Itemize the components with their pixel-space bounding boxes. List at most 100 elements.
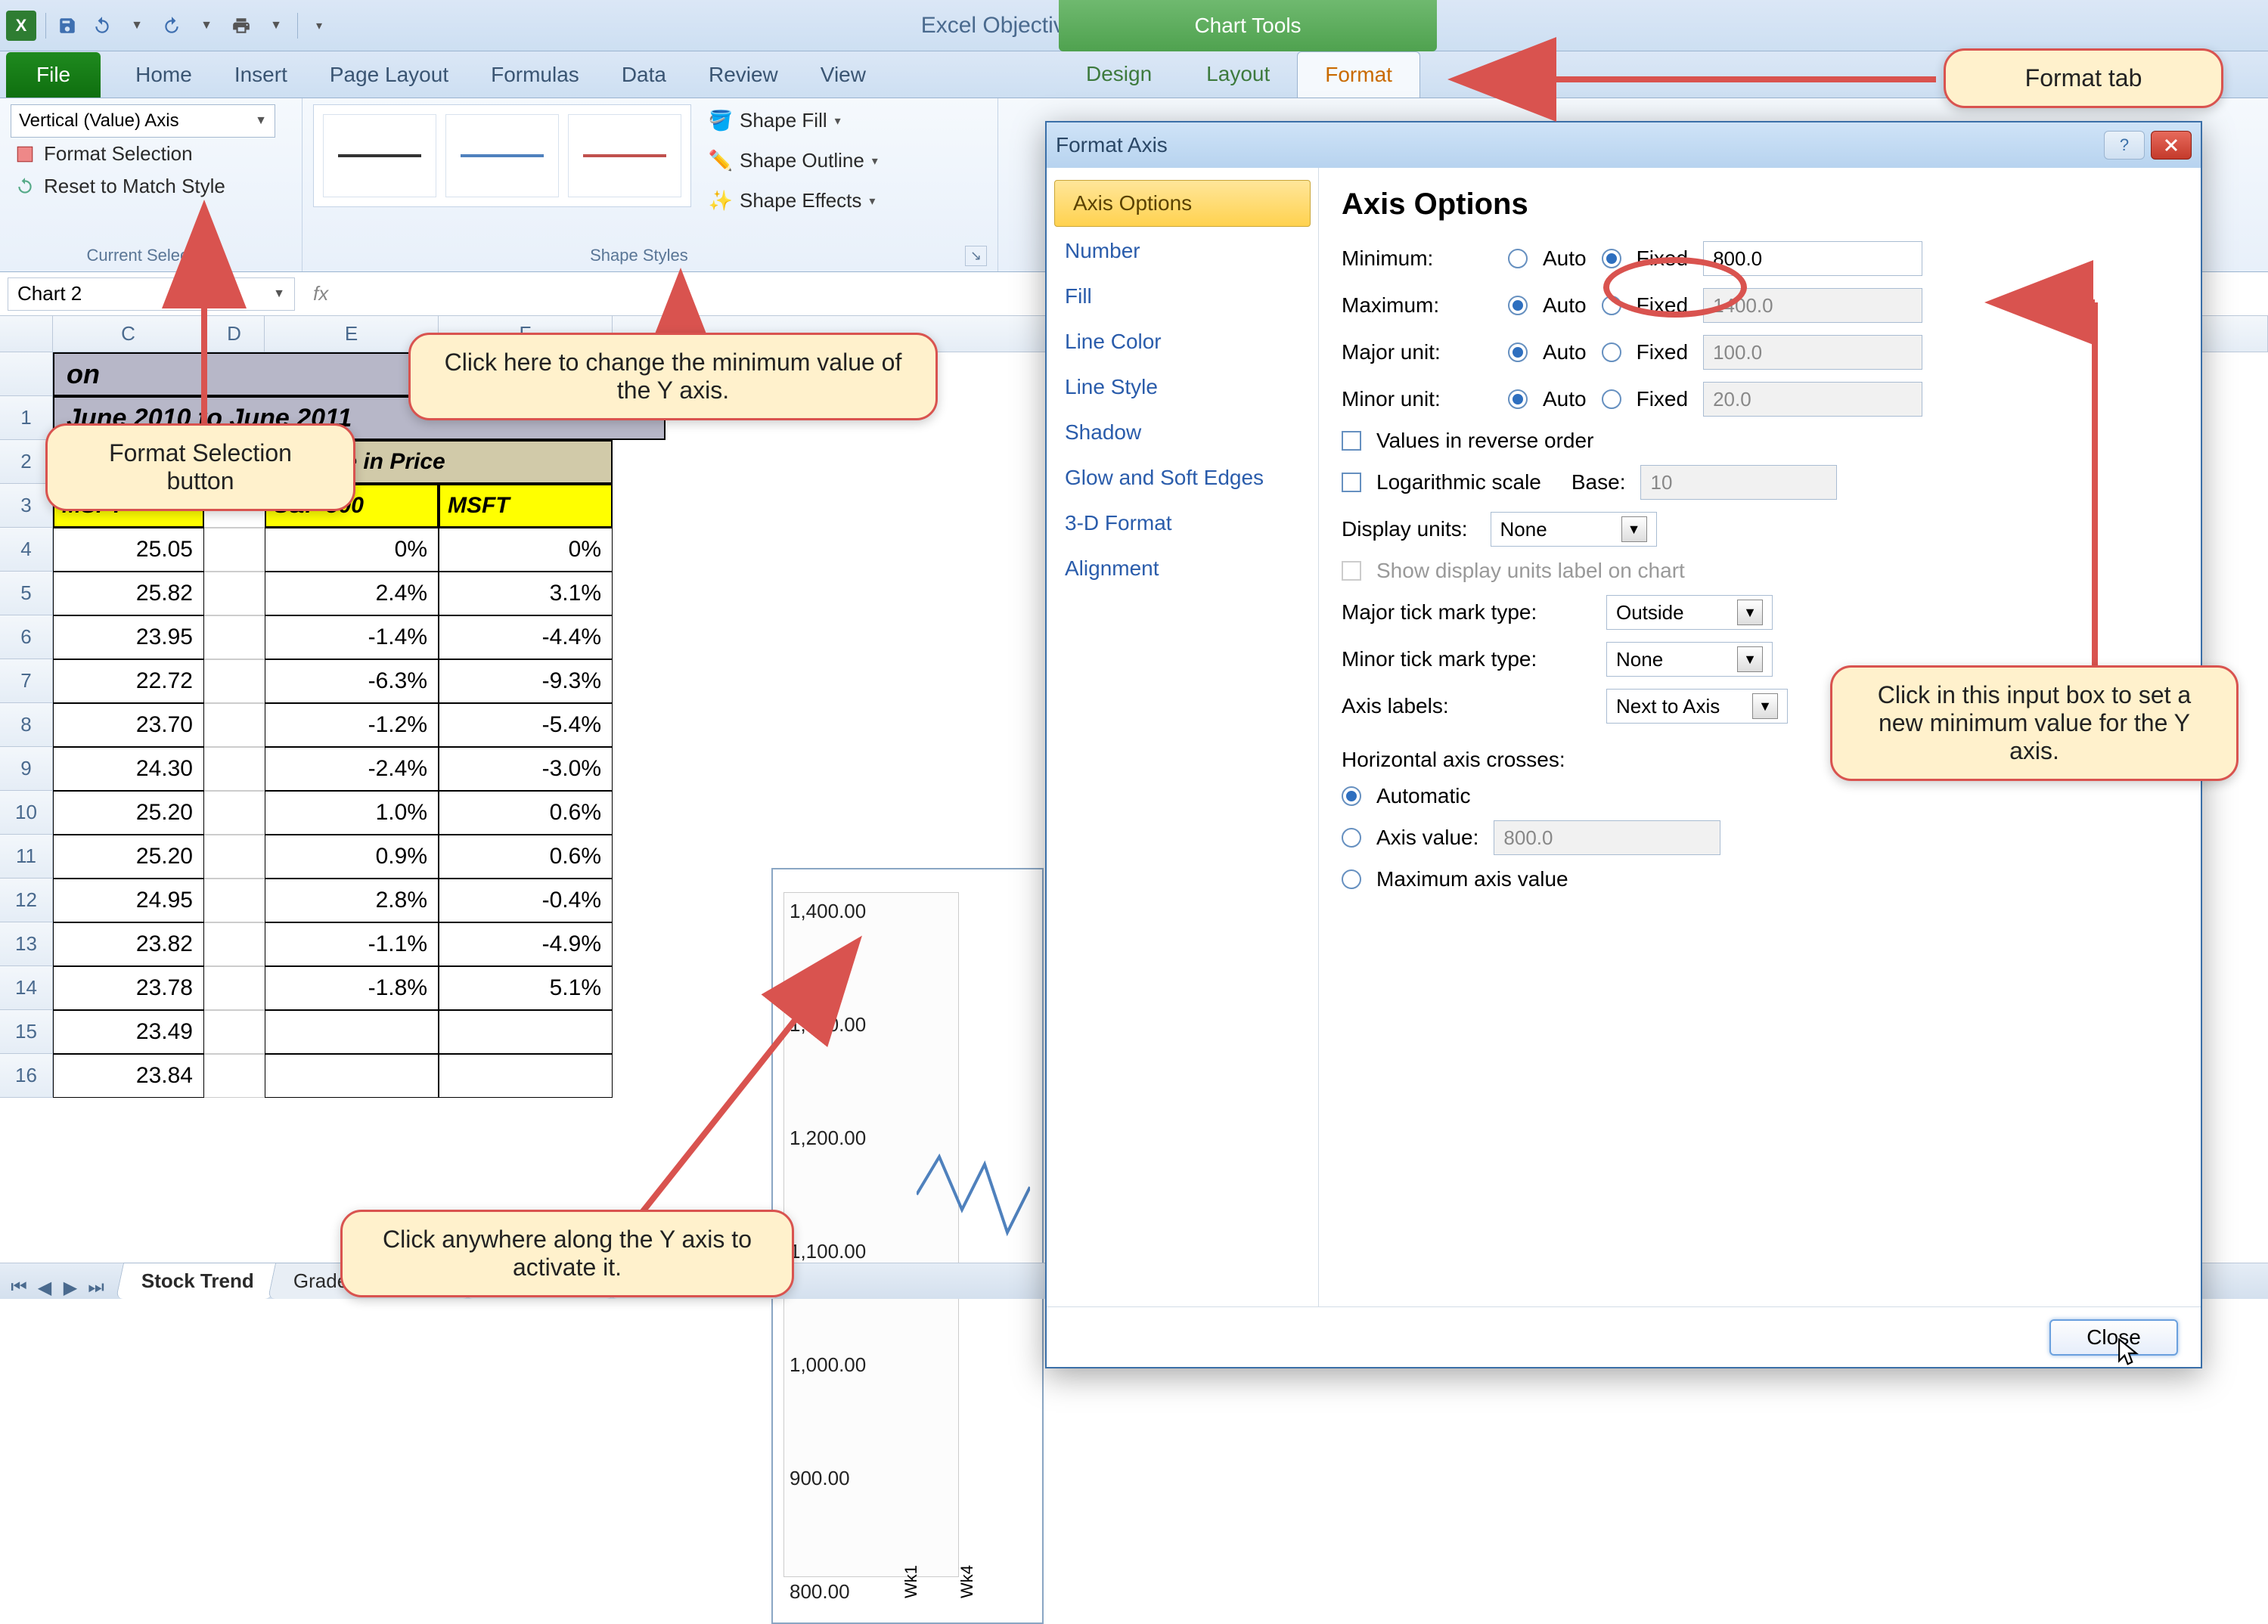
cell-price-msft[interactable]: 23.70 — [53, 703, 204, 747]
cell-change-msft[interactable] — [439, 1010, 613, 1054]
cell-price-msft[interactable]: 24.95 — [53, 879, 204, 922]
dialog-nav-item[interactable]: Line Style — [1047, 364, 1318, 410]
table-row[interactable]: 23.84 — [53, 1054, 666, 1098]
cell-change-msft[interactable]: 5.1% — [439, 966, 613, 1010]
dialog-close-button[interactable]: Close — [2049, 1319, 2178, 1356]
table-row[interactable]: 23.78 -1.8%5.1% — [53, 966, 666, 1010]
cell-change-msft[interactable]: -0.4% — [439, 879, 613, 922]
cell-change-msft[interactable]: -9.3% — [439, 659, 613, 703]
table-row[interactable]: 23.49 — [53, 1010, 666, 1054]
dialog-nav-item[interactable]: Fill — [1047, 274, 1318, 319]
cell-change-msft[interactable]: -4.4% — [439, 615, 613, 659]
cell-price-msft[interactable]: 23.78 — [53, 966, 204, 1010]
tab-layout[interactable]: Layout — [1179, 51, 1297, 98]
log-checkbox[interactable] — [1342, 473, 1361, 492]
cell-change-sp500[interactable]: -6.3% — [265, 659, 439, 703]
cell-price-msft[interactable]: 23.82 — [53, 922, 204, 966]
table-row[interactable]: 25.050%0% — [53, 528, 666, 572]
shape-style-swatch[interactable] — [445, 114, 559, 197]
shape-outline-button[interactable]: ✏️ Shape Outline ▾ — [706, 144, 881, 177]
tab-home[interactable]: Home — [114, 52, 213, 98]
hcross-axisval-radio[interactable] — [1342, 828, 1361, 848]
cell-change-sp500[interactable]: 2.8% — [265, 879, 439, 922]
cell-price-msft[interactable]: 24.30 — [53, 747, 204, 791]
tab-view[interactable]: View — [799, 52, 887, 98]
tab-insert[interactable]: Insert — [213, 52, 309, 98]
dialog-nav-item[interactable]: 3-D Format — [1047, 501, 1318, 546]
cell-change-msft[interactable] — [439, 1054, 613, 1098]
sheet-nav-next-icon[interactable]: ▶ — [59, 1276, 82, 1299]
embedded-chart[interactable]: 1,400.001,300.001,200.001,100.001,000.00… — [771, 868, 1044, 1624]
sheet-nav-first-icon[interactable]: ⏮ — [8, 1276, 30, 1299]
cell-change-msft[interactable]: -3.0% — [439, 747, 613, 791]
table-row[interactable]: 25.822.4%3.1% — [53, 572, 666, 615]
major-tick-select[interactable]: Outside ▼ — [1606, 595, 1773, 630]
display-units-select[interactable]: None ▼ — [1491, 512, 1657, 547]
print-icon[interactable] — [225, 9, 258, 42]
shape-styles-gallery[interactable] — [313, 104, 691, 207]
shape-style-swatch[interactable] — [568, 114, 681, 197]
sheet-nav-prev-icon[interactable]: ◀ — [33, 1276, 56, 1299]
cell-price-msft[interactable]: 25.20 — [53, 835, 204, 879]
cell-change-sp500[interactable]: -1.8% — [265, 966, 439, 1010]
dialog-launcher-icon[interactable]: ↘ — [965, 246, 987, 266]
shape-fill-button[interactable]: 🪣 Shape Fill ▾ — [706, 104, 881, 137]
minor-auto-radio[interactable] — [1508, 389, 1528, 409]
tab-formulas[interactable]: Formulas — [470, 52, 600, 98]
minor-value-input[interactable] — [1703, 382, 1922, 417]
minor-fixed-radio[interactable] — [1602, 389, 1621, 409]
major-fixed-radio[interactable] — [1602, 342, 1621, 362]
undo-icon[interactable] — [85, 9, 119, 42]
table-row[interactable]: 23.70 -1.2%-5.4% — [53, 703, 666, 747]
tab-design[interactable]: Design — [1059, 51, 1179, 98]
table-row[interactable]: 23.82 -1.1%-4.9% — [53, 922, 666, 966]
maximum-value-input[interactable] — [1703, 288, 1922, 323]
qat-customize-icon[interactable]: ▾ — [303, 9, 336, 42]
table-row[interactable]: 25.201.0%0.6% — [53, 791, 666, 835]
sheet-nav-last-icon[interactable]: ⏭ — [85, 1276, 107, 1299]
hcross-auto-radio[interactable] — [1342, 786, 1361, 806]
fx-icon[interactable]: fx — [313, 282, 328, 305]
shape-effects-button[interactable]: ✨ Shape Effects ▾ — [706, 184, 881, 217]
table-row[interactable]: 25.20 0.9%0.6% — [53, 835, 666, 879]
dialog-help-button[interactable]: ? — [2104, 131, 2145, 160]
minimum-fixed-radio[interactable] — [1602, 249, 1621, 268]
log-base-input[interactable] — [1640, 465, 1837, 500]
minimum-value-input[interactable] — [1703, 241, 1922, 276]
cell-price-msft[interactable]: 22.72 — [53, 659, 204, 703]
column-header[interactable]: C — [53, 316, 204, 352]
cell-change-msft[interactable]: 0.6% — [439, 791, 613, 835]
tab-review[interactable]: Review — [687, 52, 799, 98]
major-auto-radio[interactable] — [1508, 342, 1528, 362]
hcross-axisval-input[interactable] — [1494, 820, 1720, 855]
tab-page-layout[interactable]: Page Layout — [309, 52, 470, 98]
cell-price-msft[interactable]: 25.82 — [53, 572, 204, 615]
cell-price-msft[interactable]: 23.95 — [53, 615, 204, 659]
tab-format[interactable]: Format — [1297, 51, 1420, 98]
cell-price-msft[interactable]: 25.20 — [53, 791, 204, 835]
cell-change-sp500[interactable] — [265, 1010, 439, 1054]
redo-dropdown-icon[interactable]: ▼ — [190, 9, 223, 42]
dialog-nav-item[interactable]: Alignment — [1047, 546, 1318, 591]
dialog-titlebar[interactable]: Format Axis ? — [1047, 122, 2201, 168]
redo-icon[interactable] — [155, 9, 188, 42]
cell-change-msft[interactable]: -4.9% — [439, 922, 613, 966]
cell-change-sp500[interactable]: -1.1% — [265, 922, 439, 966]
cell-change-sp500[interactable]: -1.2% — [265, 703, 439, 747]
minimum-auto-radio[interactable] — [1508, 249, 1528, 268]
axis-labels-select[interactable]: Next to Axis ▼ — [1606, 689, 1788, 724]
cell-change-msft[interactable]: -5.4% — [439, 703, 613, 747]
tab-data[interactable]: Data — [600, 52, 687, 98]
sheet-tab[interactable]: Stock Trend — [116, 1263, 280, 1299]
major-value-input[interactable] — [1703, 335, 1922, 370]
shape-style-swatch[interactable] — [323, 114, 436, 197]
dialog-nav-item[interactable]: Shadow — [1047, 410, 1318, 455]
cell-change-msft[interactable]: 0.6% — [439, 835, 613, 879]
cell-change-sp500[interactable]: -2.4% — [265, 747, 439, 791]
cell-price-msft[interactable]: 23.49 — [53, 1010, 204, 1054]
cell-change-sp500[interactable]: 0.9% — [265, 835, 439, 879]
dialog-close-x-button[interactable] — [2151, 131, 2192, 160]
cell-change-msft[interactable]: 3.1% — [439, 572, 613, 615]
format-selection-button[interactable]: Format Selection — [11, 138, 291, 170]
minor-tick-select[interactable]: None ▼ — [1606, 642, 1773, 677]
